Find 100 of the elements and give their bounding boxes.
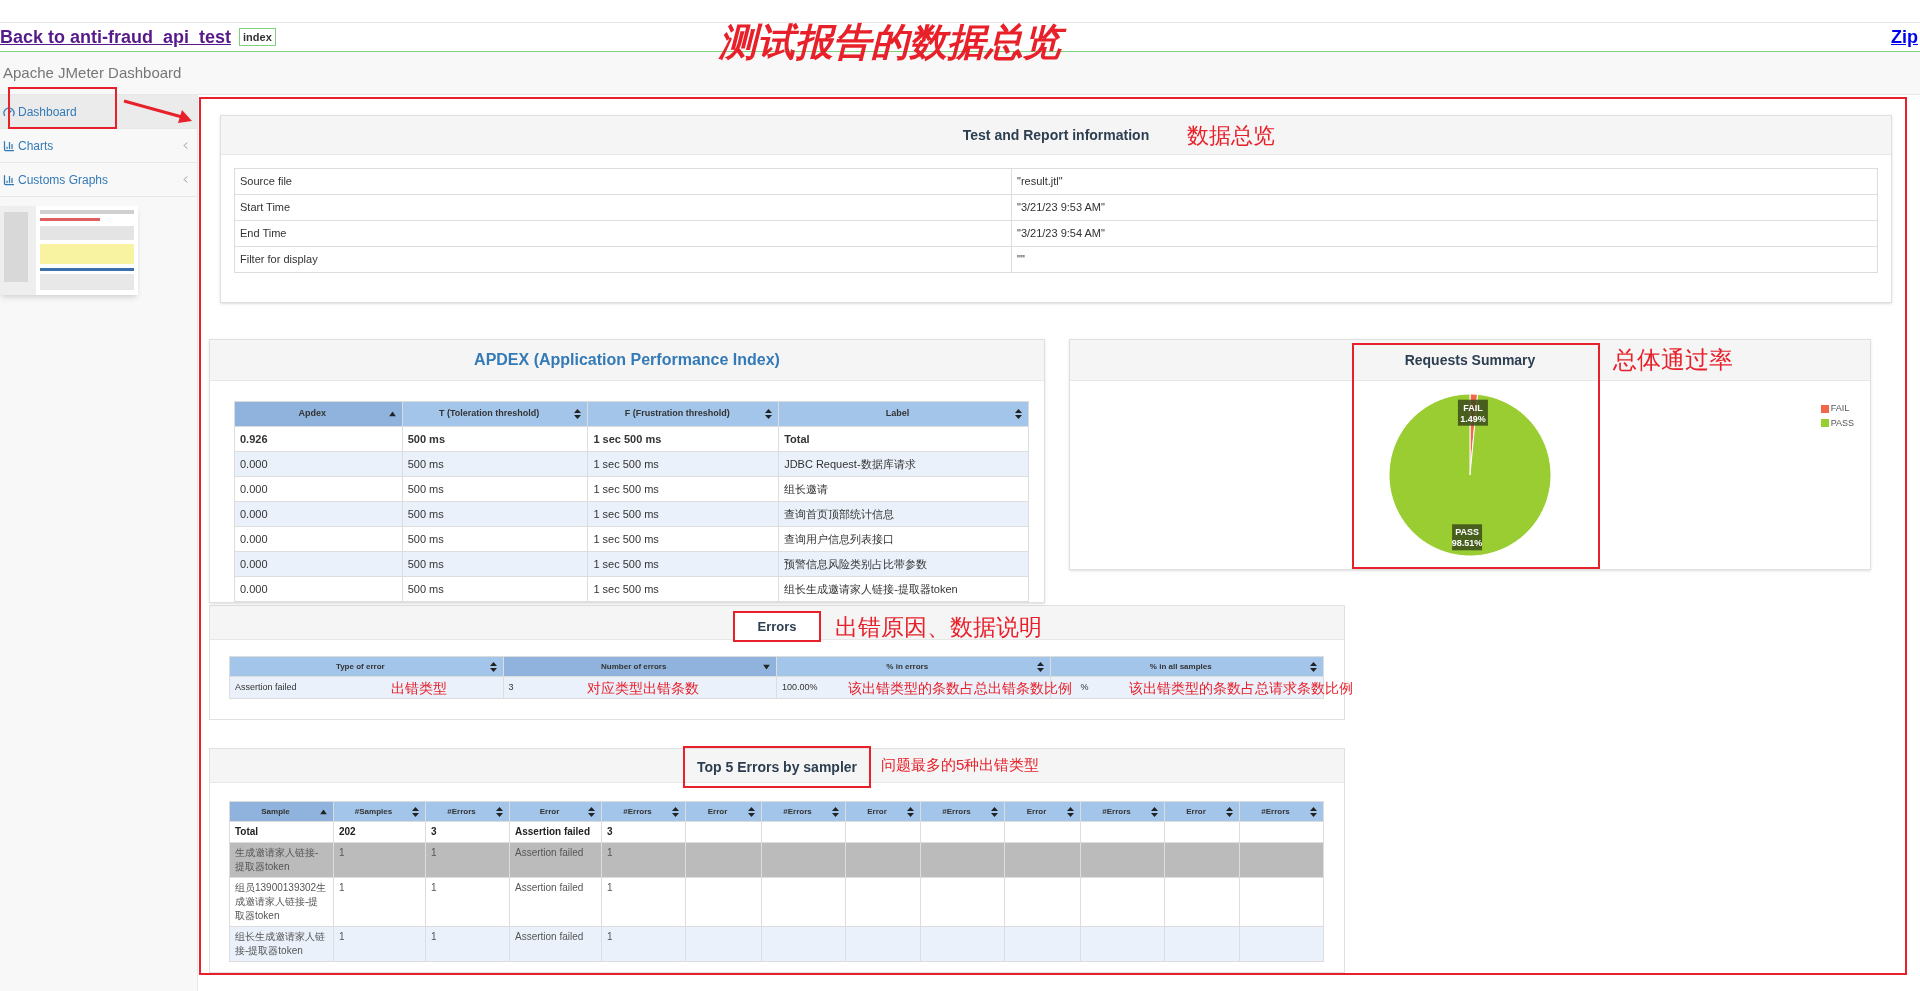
table-cell: 1 (333, 926, 426, 962)
column-header[interactable]: Apdex (234, 401, 403, 427)
table-cell: 1 (601, 926, 686, 962)
table-cell: 1 (425, 842, 510, 878)
column-header[interactable]: #Samples (333, 801, 426, 822)
column-header[interactable]: % in errors (776, 656, 1050, 677)
table-cell: 1 (333, 877, 426, 927)
table-cell: 500 ms (402, 451, 588, 477)
index-badge: index (239, 27, 276, 47)
legend-label: FAIL (1830, 402, 1850, 415)
data-label: 98.51% (1451, 538, 1483, 549)
table-cell: 500 ms (402, 426, 588, 452)
table-cell: 查询用户信息列表接口 (778, 526, 1029, 552)
table-cell: 1 (601, 877, 686, 927)
table-cell: 组长生成邀请家人链接-提取器token (229, 926, 334, 962)
column-header[interactable]: Error (685, 801, 762, 822)
annotation-text: 出错类型 (391, 678, 447, 697)
column-header[interactable]: Label (778, 401, 1029, 427)
table-cell: "" (1011, 246, 1878, 273)
table-cell: 500 ms (402, 476, 588, 502)
dashboard-title: Apache JMeter Dashboard (3, 62, 182, 83)
annotation-text: 问题最多的5种出错类型 (881, 755, 1040, 775)
column-header[interactable]: % in all samples (1050, 656, 1324, 677)
table-cell-text: 3 (508, 680, 514, 694)
table-cell: "3/21/23 9:54 AM" (1011, 220, 1878, 247)
table-cell: 202 (333, 821, 426, 843)
table-cell: 0.000 (234, 451, 403, 477)
table-cell: Assertion failed (509, 842, 602, 878)
table-cell: 查询首页顶部统计信息 (778, 501, 1029, 527)
column-header[interactable]: F (Frustration threshold) (587, 401, 779, 427)
table-cell: 1 (333, 842, 426, 878)
table-cell: 预警信息风险类别占比带参数 (778, 551, 1029, 577)
table-cell: 1 sec 500 ms (587, 426, 779, 452)
column-header[interactable]: Error (1164, 801, 1240, 822)
column-header[interactable]: #Errors (920, 801, 1005, 822)
table-cell: 1 sec 500 ms (587, 476, 779, 502)
table-cell: 0.000 (234, 526, 403, 552)
column-header[interactable]: Error (509, 801, 602, 822)
data-label: PASS 98.51% (1451, 524, 1483, 551)
annotation-text: 总体通过率 (1613, 345, 1734, 375)
panel-title: Test and Report information (962, 127, 1150, 143)
table-cell: 组长生成邀请家人链接-提取器token (778, 576, 1029, 602)
table-cell: 0.000 (234, 476, 403, 502)
table-cell: 500 ms (402, 526, 588, 552)
table-cell: 1 sec 500 ms (587, 551, 779, 577)
slice-label: FAIL (1463, 402, 1484, 413)
table-cell: 1 sec 500 ms (587, 501, 779, 527)
table-cell: End Time (234, 220, 1012, 247)
table-cell: 1 (601, 842, 686, 878)
panel-title: Top 5 Errors by sampler (683, 746, 871, 788)
panel-title: APDEX (Application Performance Index) (474, 350, 780, 370)
annotation-text: 该出错类型的条数占总出错条数比例 (848, 678, 1072, 697)
column-header[interactable]: T (Toleration threshold) (402, 401, 588, 427)
table-cell: 0.000 (234, 501, 403, 527)
column-header[interactable]: #Errors (601, 801, 686, 822)
table-cell: 0.000 (234, 551, 403, 577)
annotation-text: 数据总览 (1187, 121, 1276, 150)
table-cell: 500 ms (402, 576, 588, 602)
column-header[interactable]: Error (1004, 801, 1081, 822)
table-cell: Assertion failed (509, 821, 602, 843)
annotation-text: 该出错类型的条数占总请求条数比例 (1128, 678, 1353, 697)
table-cell: 0.000 (234, 576, 403, 602)
table-cell-text: Assertion failed (235, 680, 297, 694)
annotation-text: 出错原因、数据说明 (834, 612, 1042, 642)
data-label: 1.49% (1460, 413, 1486, 424)
table-cell: 1 sec 500 ms (587, 576, 779, 602)
column-header[interactable]: Sample (229, 801, 334, 822)
table-cell: Filter for display (234, 246, 1012, 273)
table-cell: JDBC Request-数据库请求 (778, 451, 1029, 477)
table-cell: "3/21/23 9:53 AM" (1011, 194, 1878, 221)
table-cell: 1 sec 500 ms (587, 451, 779, 477)
table-cell-text: % (1080, 680, 1089, 694)
table-cell: 组长邀请 (778, 476, 1029, 502)
table-cell: 组员13900139302生成邀请家人链接-提取器token (229, 877, 334, 927)
back-link[interactable]: Back to anti-fraud_api_test (0, 28, 232, 46)
zip-link[interactable]: Zip (1891, 28, 1920, 46)
column-header[interactable]: #Errors (1080, 801, 1165, 822)
column-header[interactable]: #Errors (1239, 801, 1324, 822)
table-cell: Total (229, 821, 334, 843)
table-cell: Assertion failed (509, 877, 602, 927)
table-cell: 0.926 (234, 426, 403, 452)
panel-title: Errors (733, 611, 821, 642)
annotation-text: 对应类型出错条数 (586, 678, 699, 697)
column-header[interactable]: #Errors (761, 801, 846, 822)
column-header[interactable]: Type of error (229, 656, 503, 677)
column-header[interactable]: Error (845, 801, 921, 822)
table-cell: 生成邀请家人链接-提取器token (229, 842, 334, 878)
panel-title: Requests Summary (1404, 352, 1536, 368)
table-cell: 1 (425, 926, 510, 962)
table-cell: Start Time (234, 194, 1012, 221)
nav-item[interactable]: Dashboard (0, 95, 197, 129)
table-cell: Total (778, 426, 1029, 452)
column-header[interactable]: Number of errors (503, 656, 777, 677)
table-cell: Source file (234, 168, 1012, 195)
table-cell: 1 sec 500 ms (587, 526, 779, 552)
table-cell: 500 ms (402, 501, 588, 527)
slice-label: PASS (1455, 527, 1479, 538)
legend-label: PASS (1830, 416, 1854, 430)
column-header[interactable]: #Errors (425, 801, 510, 822)
table-cell-text: 100.00% (782, 680, 818, 694)
